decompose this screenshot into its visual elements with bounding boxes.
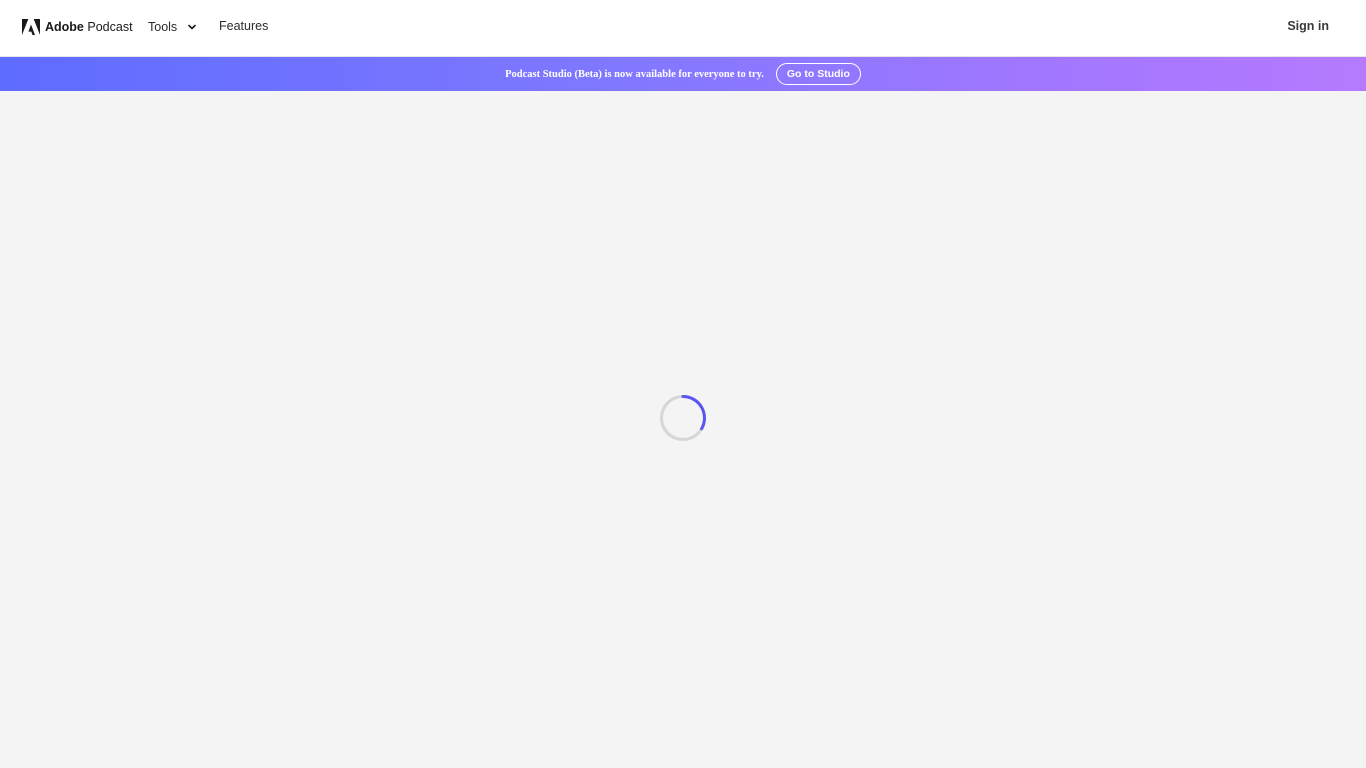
- nav-tools-label: Tools: [148, 20, 178, 34]
- brand-link[interactable]: Adobe Podcast: [22, 18, 133, 36]
- adobe-logo-icon: [22, 19, 40, 35]
- brand-bold-text: Adobe: [45, 20, 84, 34]
- chevron-down-icon: [188, 24, 196, 30]
- banner-message: Podcast Studio (Beta) is now available f…: [505, 68, 764, 80]
- brand-product-text: Podcast: [87, 20, 133, 34]
- nav-tools-menu[interactable]: Tools: [148, 19, 197, 35]
- loading-spinner-icon: [659, 394, 707, 442]
- brand-name: Adobe Podcast: [45, 20, 133, 34]
- nav-features-link[interactable]: Features: [219, 19, 268, 35]
- go-to-studio-button[interactable]: Go to Studio: [775, 63, 861, 85]
- sign-in-link[interactable]: Sign in: [1287, 19, 1329, 35]
- announcement-banner: Podcast Studio (Beta) is now available f…: [0, 57, 1366, 91]
- top-header: Adobe Podcast Tools Features Sign in: [0, 0, 1366, 57]
